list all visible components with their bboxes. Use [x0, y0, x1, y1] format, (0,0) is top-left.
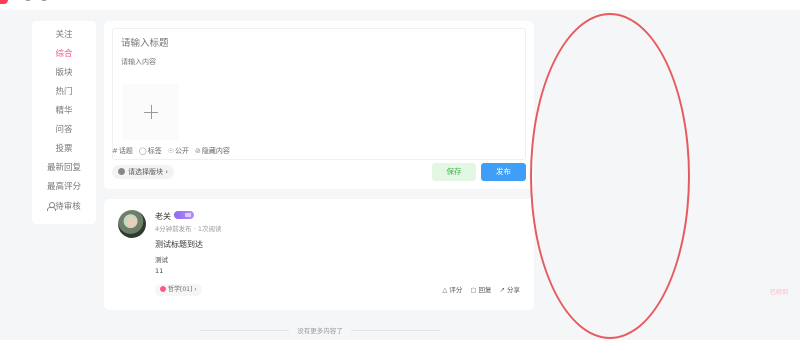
image-upload-button[interactable]	[122, 84, 178, 140]
tag-button[interactable]: ◯标签	[139, 145, 162, 157]
sidebar-item-label: 版块	[55, 68, 73, 78]
sidebar-item-label: 最新回复	[46, 163, 81, 173]
reply-label: 回复	[478, 286, 492, 294]
sidebar-item-top-rated[interactable]: 最高评分	[32, 179, 96, 195]
post-body[interactable]: 测试 11	[155, 255, 168, 277]
sidebar-item-latest-reply[interactable]: 最新回复	[32, 160, 96, 176]
sidebar-item-label: 待审核	[55, 202, 81, 212]
triangle-icon: △	[442, 286, 448, 294]
author-name[interactable]: 老关	[155, 211, 194, 222]
sidebar-item-label: 精华	[55, 106, 73, 116]
no-more-text: 没有更多内容了	[297, 327, 343, 335]
post-card: 老关 4分钟前发布 · 1次阅读 测试标题到达 测试 11 哲学[01] › △…	[104, 199, 534, 310]
post-actions: △ 评分 ▢ 回复 ↗ 分享	[442, 284, 520, 296]
sidebar-item-label: 综合	[55, 49, 73, 59]
post-title[interactable]: 测试标题到达	[155, 239, 203, 250]
sidebar-item-label: 关注	[55, 30, 73, 40]
editor-box	[112, 28, 526, 160]
top-bar	[0, 0, 800, 10]
topic-label: 话题	[118, 147, 133, 155]
visibility-label: 公开	[175, 147, 189, 155]
content-input[interactable]	[121, 58, 421, 66]
rate-label: 评分	[449, 286, 463, 294]
red-ellipse-annotation	[530, 13, 690, 339]
hash-icon: #	[112, 147, 118, 155]
board-tag[interactable]: 哲学[01] ›	[155, 284, 202, 296]
sidebar-item-label: 热门	[55, 87, 73, 97]
publish-button[interactable]: 发布	[481, 163, 526, 181]
plus-icon	[144, 105, 158, 119]
sidebar-item-label: 最高评分	[46, 182, 81, 192]
sidebar-item-label: 问答	[55, 125, 73, 135]
vip-badge-icon	[174, 211, 194, 219]
divider-line	[350, 329, 440, 331]
app-logo[interactable]	[0, 0, 8, 4]
sidebar-item-hot[interactable]: 热门	[32, 84, 96, 100]
hidden-content-button[interactable]: ⊘隐藏内容	[195, 145, 230, 157]
share-label: 分享	[507, 286, 520, 294]
title-input[interactable]	[121, 38, 421, 49]
topic-button[interactable]: #话题	[112, 145, 133, 157]
hidden-content-label: 隐藏内容	[201, 147, 230, 155]
board-select[interactable]: 请选择版块 ›	[112, 165, 175, 179]
post-editor: #话题 ◯标签 ☉公开 ⊘隐藏内容 请选择版块 › 保存 发布	[104, 21, 534, 189]
sidebar-item-featured[interactable]: 精华	[32, 103, 96, 119]
sidebar-item-follow[interactable]: 关注	[32, 27, 96, 43]
board-tag-icon	[160, 285, 166, 292]
sidebar-item-boards[interactable]: 版块	[32, 65, 96, 81]
sidebar-item-vote[interactable]: 投票	[32, 141, 96, 157]
board-tag-label: 哲学[01] ›	[168, 286, 197, 293]
board-icon	[118, 168, 125, 175]
post-meta: 4分钟前发布 · 1次阅读	[155, 225, 222, 233]
author-label: 老关	[155, 212, 171, 221]
editor-toolbar: #话题 ◯标签 ☉公开 ⊘隐藏内容	[112, 145, 230, 157]
category-sidebar: 关注 综合 版块 热门 精华 问答 投票 最新回复 最高评分 待审核	[32, 21, 96, 224]
post-body-line: 11	[155, 267, 164, 275]
board-select-label: 请选择版块 ›	[128, 168, 169, 176]
sidebar-item-general[interactable]: 综合	[32, 46, 96, 62]
rate-button[interactable]: △ 评分	[442, 284, 462, 296]
divider-line	[200, 329, 290, 331]
eye-icon: ☉	[167, 147, 174, 155]
nav-circle-icon[interactable]	[24, 0, 32, 1]
right-hint: 已经到	[770, 289, 789, 296]
hidden-icon: ⊘	[195, 147, 201, 155]
share-button[interactable]: ↗ 分享	[500, 284, 520, 296]
nav-circle-icon[interactable]	[40, 0, 48, 1]
comment-icon: ▢	[470, 286, 477, 294]
tag-icon: ◯	[138, 147, 147, 155]
save-button[interactable]: 保存	[432, 163, 476, 181]
sidebar-item-pending-review[interactable]: 待审核	[32, 199, 96, 215]
post-body-line: 测试	[155, 256, 168, 264]
avatar[interactable]	[118, 210, 146, 238]
tag-label: 标签	[147, 147, 162, 155]
sidebar-item-qa[interactable]: 问答	[32, 122, 96, 138]
reply-button[interactable]: ▢ 回复	[470, 284, 491, 296]
share-icon: ↗	[499, 286, 505, 294]
person-icon	[47, 202, 57, 211]
visibility-button[interactable]: ☉公开	[168, 145, 189, 157]
sidebar-item-label: 投票	[55, 144, 73, 154]
no-more-divider: 没有更多内容了	[200, 325, 440, 335]
